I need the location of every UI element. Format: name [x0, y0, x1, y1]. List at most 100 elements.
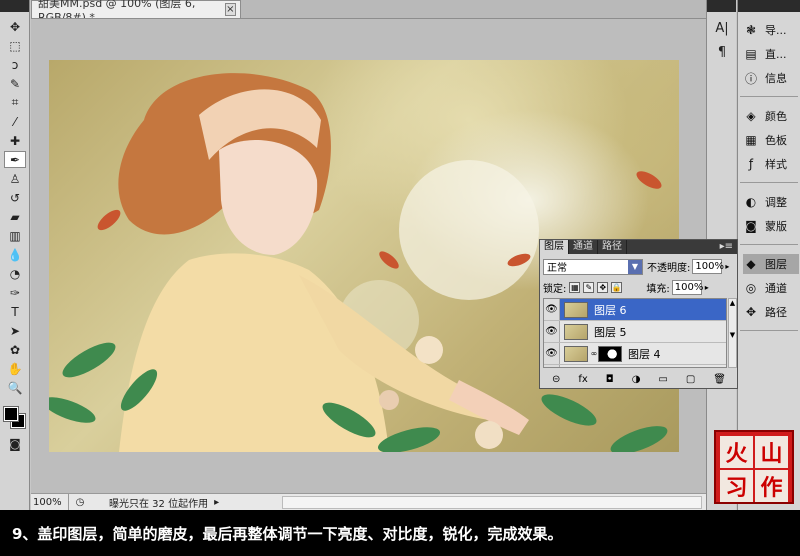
paragraph-icon[interactable]: ¶	[711, 44, 733, 61]
lasso-icon[interactable]: ↄ	[4, 56, 26, 73]
character-icon[interactable]: A|	[711, 20, 733, 37]
lock-transparency-icon[interactable]: ▦	[569, 281, 581, 293]
pen-icon[interactable]: ✑	[4, 284, 26, 301]
panel-menu-icon[interactable]: ▸≡	[716, 240, 737, 254]
dock-item-color[interactable]: ◈ 颜色	[743, 106, 799, 126]
dock-item-styles[interactable]: ƒ 样式	[743, 154, 799, 174]
layers-footer: ⊝ fx ◘ ◑ ▭ ▢ 🗑	[543, 372, 735, 386]
status-menu-arrow[interactable]: ▸	[214, 497, 219, 508]
tab-channels[interactable]: 通道	[569, 240, 598, 254]
dock-item-masks[interactable]: ◙ 蒙版	[743, 216, 799, 236]
shape-icon[interactable]: ✿	[4, 341, 26, 358]
new-group-icon[interactable]: ▭	[658, 374, 667, 385]
layer-row[interactable]: 👁 图层 6	[544, 299, 726, 321]
toolbox: ✥ ⬚ ↄ ✎ ⌗ ⁄ ✚ ✒ ♙ ↺ ▰ ▥ 💧 ◔ ✑ T ➤ ✿ ✋ 🔍 ◙	[0, 0, 30, 510]
blend-mode-value: 正常	[547, 263, 567, 274]
opacity-input[interactable]: 100%	[692, 259, 724, 274]
visibility-eye-icon[interactable]: 👁	[544, 299, 560, 320]
blend-mode-select[interactable]: 正常 ▼	[543, 258, 643, 275]
crop-icon[interactable]: ⌗	[4, 94, 26, 111]
visibility-eye-icon[interactable]: 👁	[544, 343, 560, 364]
dock-item-paths[interactable]: ✥ 路径	[743, 302, 799, 322]
paths-icon: ✥	[745, 305, 757, 319]
dodge-icon[interactable]: ◔	[4, 265, 26, 282]
strip-grip[interactable]	[707, 0, 736, 12]
photoshop-window: ✥ ⬚ ↄ ✎ ⌗ ⁄ ✚ ✒ ♙ ↺ ▰ ▥ 💧 ◔ ✑ T ➤ ✿ ✋ 🔍 ◙ 甜美MM.psd @ 100% (…	[0, 0, 800, 556]
visibility-eye-icon[interactable]: 👁	[544, 321, 560, 342]
foreground-color-swatch[interactable]	[3, 406, 19, 422]
opacity-arrow-icon[interactable]: ▸	[722, 259, 732, 274]
layer-style-icon[interactable]: fx	[578, 374, 587, 385]
lock-pixels-icon[interactable]: ✎	[583, 281, 595, 293]
eyedropper-icon[interactable]: ⁄	[4, 113, 26, 130]
dock-item-layers[interactable]: ◆ 图层	[743, 254, 799, 274]
dock-item-navigator[interactable]: ❃ 导...	[743, 20, 799, 40]
chevron-down-icon[interactable]: ▼	[628, 259, 642, 274]
close-document-icon[interactable]: ×	[224, 3, 236, 16]
quick-select-icon[interactable]: ✎	[4, 75, 26, 92]
blend-opacity-row: 正常 ▼ 不透明度: 100% ▸	[543, 258, 735, 275]
navigator-icon: ❃	[745, 23, 757, 37]
mask-link-icon[interactable]: ∞	[590, 349, 598, 358]
seal-char: 山	[755, 436, 788, 468]
lock-position-icon[interactable]: ✥	[597, 281, 609, 293]
dock-grip[interactable]	[738, 0, 800, 12]
layers-scrollbar[interactable]: ▲ ▼	[728, 298, 737, 368]
dock-item-label: 路径	[765, 306, 787, 319]
add-mask-icon[interactable]: ◘	[606, 374, 614, 385]
link-layers-icon[interactable]: ⊝	[552, 374, 560, 385]
quick-mask-icon[interactable]: ◙	[4, 435, 26, 452]
layer-list: 👁 图层 6 👁 图层 5 👁 ∞ 图层 4 👁∞图层 3fx	[543, 298, 727, 368]
dock-item-channels[interactable]: ◎ 通道	[743, 278, 799, 298]
zoom-level[interactable]: 100%	[31, 494, 69, 510]
document-tab[interactable]: 甜美MM.psd @ 100% (图层 6, RGB/8#) * ×	[31, 0, 241, 24]
path-select-icon[interactable]: ➤	[4, 322, 26, 339]
dock-item-label: 颜色	[765, 110, 787, 123]
hand-icon[interactable]: ✋	[4, 360, 26, 377]
dock-item-adjustments[interactable]: ◐ 调整	[743, 192, 799, 212]
layer-row[interactable]: 👁 ∞ 图层 4	[544, 343, 726, 365]
gradient-icon[interactable]: ▥	[4, 227, 26, 244]
status-nav-icon[interactable]: ◷	[73, 497, 87, 508]
dock-item-histogram[interactable]: ▤ 直...	[743, 44, 799, 64]
layer-row[interactable]: 👁∞图层 3fx	[544, 365, 726, 369]
histogram-icon: ▤	[745, 47, 757, 61]
fill-input[interactable]: 100%	[671, 279, 703, 295]
layer-thumbnail	[564, 301, 588, 318]
new-layer-icon[interactable]: ▢	[686, 374, 695, 385]
blur-icon[interactable]: 💧	[4, 246, 26, 263]
channels-icon: ◎	[745, 281, 757, 295]
layer-mask-thumbnail[interactable]	[598, 345, 622, 362]
clone-stamp-icon[interactable]: ♙	[4, 170, 26, 187]
layer-name: 图层 4	[628, 347, 661, 361]
adjustment-layer-icon[interactable]: ◑	[632, 374, 641, 385]
fill-arrow-icon[interactable]: ▸	[702, 280, 712, 295]
info-icon: ⓘ	[744, 71, 757, 86]
type-icon[interactable]: T	[4, 303, 26, 320]
lock-all-icon[interactable]: 🔒	[611, 281, 623, 293]
zoom-icon[interactable]: 🔍	[4, 379, 26, 396]
delete-layer-icon[interactable]: 🗑	[713, 374, 726, 385]
dock-separator	[740, 244, 798, 245]
layer-row[interactable]: 👁 图层 5	[544, 321, 726, 343]
tab-paths[interactable]: 路径	[598, 240, 627, 254]
brush-icon[interactable]: ✒	[4, 151, 26, 168]
layers-panel: 图层 通道 路径 ▸≡ 正常 ▼ 不透明度: 100% ▸ 锁定: ▦ ✎ ✥ …	[539, 239, 738, 389]
dock-item-swatches[interactable]: ▦ 色板	[743, 130, 799, 150]
healing-brush-icon[interactable]: ✚	[4, 132, 26, 149]
dock-item-label: 色板	[765, 134, 787, 147]
dock-item-label: 调整	[765, 196, 787, 209]
horizontal-scrollbar[interactable]	[282, 495, 702, 509]
visibility-eye-icon[interactable]: 👁	[544, 365, 560, 367]
layer-mask-thumbnail[interactable]	[598, 368, 622, 369]
layer-thumbnail	[564, 345, 588, 362]
tab-layers[interactable]: 图层	[540, 240, 569, 254]
masks-icon: ◙	[745, 219, 757, 233]
dock-item-info[interactable]: ⓘ 信息	[743, 68, 799, 88]
move-icon[interactable]: ✥	[4, 18, 26, 35]
toolbox-grip[interactable]	[0, 0, 29, 12]
seal-char: 习	[720, 470, 753, 502]
marquee-icon[interactable]: ⬚	[4, 37, 26, 54]
history-brush-icon[interactable]: ↺	[4, 189, 26, 206]
eraser-icon[interactable]: ▰	[4, 208, 26, 225]
